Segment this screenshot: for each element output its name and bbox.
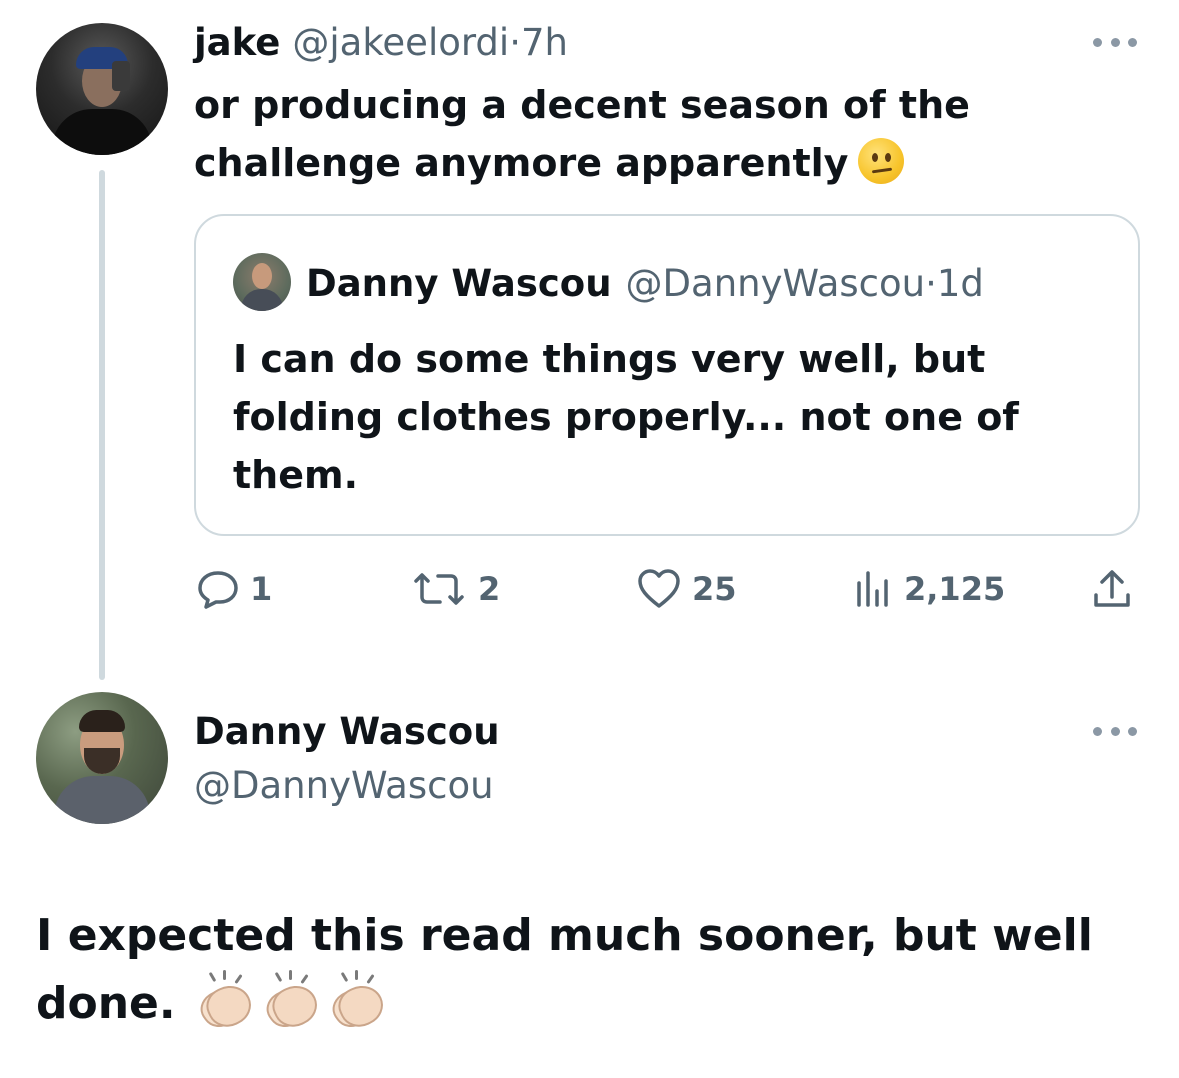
- avatar-danny[interactable]: [36, 692, 168, 824]
- like-button[interactable]: 25: [636, 566, 737, 612]
- reply-tweet-body: I expected this read much sooner, but we…: [36, 910, 1093, 1029]
- reply-handle[interactable]: @DannyWascou: [194, 760, 494, 812]
- reply-display-name[interactable]: Danny Wascou: [194, 706, 500, 758]
- parent-separator: ·: [509, 21, 521, 64]
- bar-chart-icon: [854, 569, 894, 609]
- parent-tweet-header: jake @jakeelordi · 7h: [194, 20, 568, 66]
- quoted-handle: @DannyWascou: [625, 262, 926, 305]
- retweet-button[interactable]: 2: [410, 566, 500, 612]
- quoted-tweet-text: I can do some things very well, but fold…: [233, 337, 1019, 497]
- quoted-timestamp: 1d: [936, 262, 984, 305]
- parent-tweet-text: or producing a decent season of the chal…: [194, 76, 1094, 192]
- quoted-avatar[interactable]: [233, 253, 291, 311]
- neutral-face-emoji-icon: [858, 138, 905, 184]
- views-button[interactable]: 2,125: [854, 566, 1005, 612]
- thread-connector-line: [99, 170, 105, 680]
- share-icon: [1090, 567, 1134, 611]
- quoted-tweet-header: Danny Wascou @DannyWascou · 1d: [306, 258, 984, 310]
- parent-timestamp[interactable]: 7h: [521, 20, 568, 66]
- parent-display-name[interactable]: jake: [194, 20, 280, 66]
- retweet-icon: [410, 571, 468, 607]
- reply-icon: [196, 569, 240, 609]
- quoted-separator: ·: [925, 262, 937, 305]
- heart-icon: [636, 568, 682, 610]
- share-button[interactable]: [1090, 566, 1134, 612]
- clapping-hands-icon: [260, 970, 324, 1035]
- quoted-display-name: Danny Wascou: [306, 262, 612, 305]
- parent-tweet-body: or producing a decent season of the chal…: [194, 83, 970, 185]
- parent-handle[interactable]: @jakeelordi: [292, 20, 509, 66]
- views-count: 2,125: [904, 570, 1006, 608]
- clapping-hands-icon: [326, 970, 390, 1035]
- avatar-jake[interactable]: [36, 23, 168, 155]
- reply-count: 1: [250, 570, 273, 608]
- retweet-count: 2: [478, 570, 501, 608]
- reply-tweet-text: I expected this read much sooner, but we…: [36, 902, 1136, 1038]
- like-count: 25: [692, 570, 737, 608]
- reply-button[interactable]: 1: [196, 566, 272, 612]
- more-options-icon[interactable]: [1093, 32, 1137, 52]
- more-options-icon[interactable]: [1093, 721, 1137, 741]
- clapping-hands-icon: [194, 970, 258, 1035]
